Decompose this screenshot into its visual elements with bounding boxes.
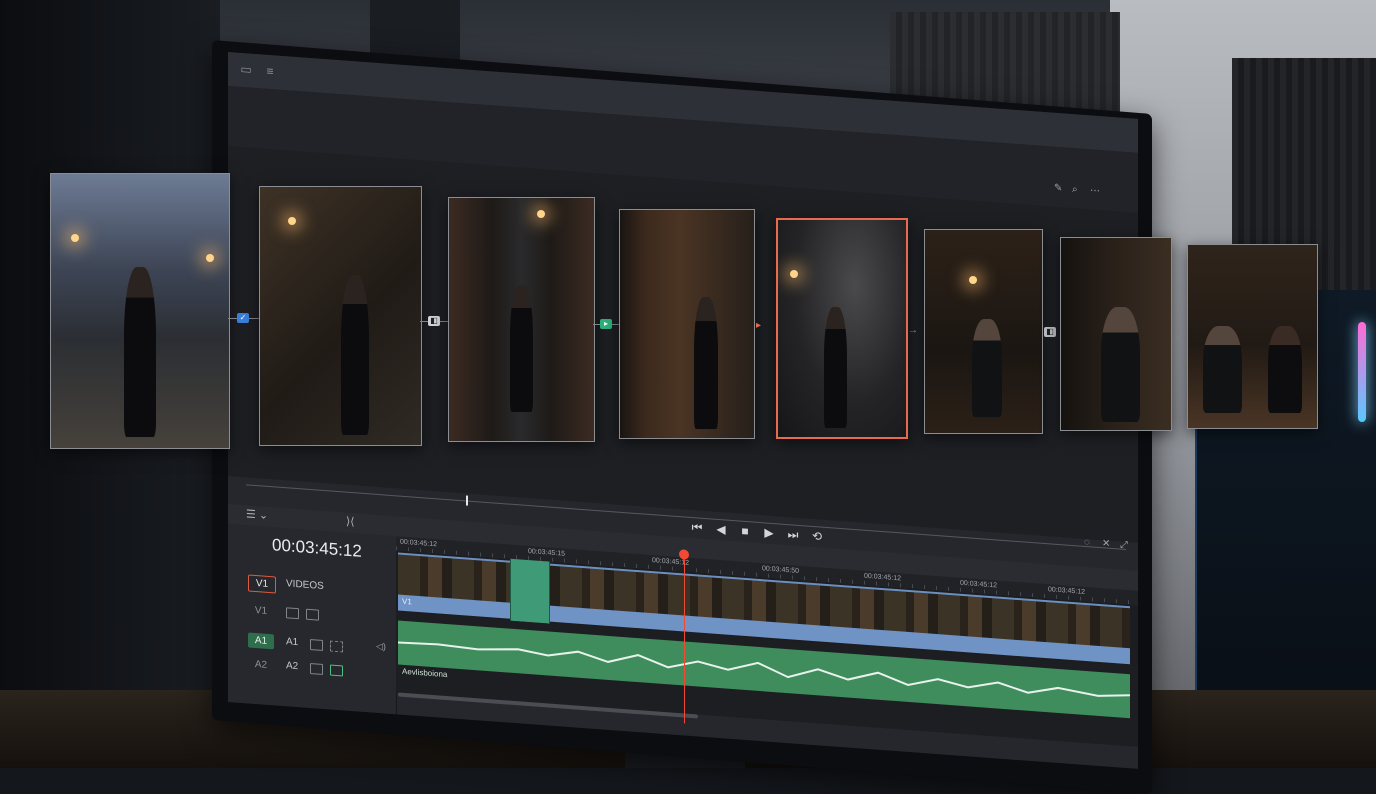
effect-badge-icon[interactable]: ✓ <box>237 313 249 323</box>
panel-icon[interactable]: ▭ <box>238 62 254 77</box>
audio-icon[interactable] <box>310 639 323 651</box>
scrubber-handle[interactable] <box>466 495 468 506</box>
bar-lamp <box>790 270 798 278</box>
arrow-right-icon: → <box>908 325 918 336</box>
solo-icon[interactable] <box>310 663 323 675</box>
track-a2-label: A2 <box>254 658 268 671</box>
street-lamp <box>71 234 79 242</box>
storyboard-frame-conversation[interactable] <box>1187 244 1318 429</box>
man-figure <box>971 319 1003 417</box>
mute-icon[interactable] <box>330 664 343 677</box>
woman-figure <box>693 296 718 429</box>
monitor-icon[interactable] <box>306 608 319 621</box>
fullscreen-icon[interactable]: ✕ <box>1102 538 1110 550</box>
doorway-scene-image <box>620 210 754 438</box>
lock-icon[interactable] <box>330 640 343 653</box>
arrow-right-icon: ▸ <box>756 320 762 331</box>
playhead[interactable] <box>684 553 685 724</box>
storyboard-frame-street-night[interactable] <box>50 173 230 449</box>
list-icon[interactable]: ≡ <box>262 63 278 79</box>
transition-badge-icon[interactable]: ◧ <box>1044 327 1056 337</box>
trim-icon[interactable]: ⟩⟨ <box>346 515 355 529</box>
search-icon[interactable]: ⌕ <box>1072 184 1078 195</box>
transition-badge-icon[interactable]: ◧ <box>428 316 440 326</box>
video-clip-label: V1 <box>402 596 412 607</box>
track-a1-name: A1 <box>286 636 299 649</box>
acoustic-panel <box>370 0 460 60</box>
track-a1-patch[interactable]: A1 <box>248 632 274 650</box>
woman-figure <box>123 267 156 438</box>
track-a2-name: A2 <box>286 660 299 673</box>
snap-icon[interactable]: ◌ <box>1084 537 1090 548</box>
woman-figure <box>340 274 370 435</box>
track-v1-name: VIDEOS <box>286 578 324 593</box>
woman-figure <box>824 306 848 429</box>
speaker-icon[interactable]: ◁) <box>376 641 387 652</box>
storyboard-frame-alley-walk[interactable] <box>448 197 595 442</box>
alley-lamp <box>537 210 545 218</box>
storyboard-frame-bar-entrance-selected[interactable] <box>776 218 908 439</box>
timeline-options-icon[interactable]: ☰ ⌄ <box>246 507 268 522</box>
pendant-lamp <box>969 276 977 284</box>
storyboard-frame-bar-booth[interactable] <box>924 229 1043 434</box>
track-v1-patch[interactable]: V1 <box>248 574 276 594</box>
more-icon[interactable]: ⋯ <box>1090 185 1100 197</box>
expand-icon[interactable]: ⤢ <box>1120 540 1128 552</box>
storyboard-frame-reading-note[interactable] <box>259 186 422 446</box>
camera-icon[interactable] <box>286 607 299 620</box>
man-figure <box>1100 307 1141 423</box>
pc-rgb-light <box>1358 322 1366 422</box>
man-figure <box>1203 325 1243 414</box>
storyboard-frame-doorway[interactable] <box>619 209 755 439</box>
woman-figure <box>509 285 534 412</box>
transition-clip[interactable] <box>510 558 550 624</box>
pen-icon[interactable]: ✎ <box>1054 183 1062 195</box>
woman-figure <box>1267 325 1302 414</box>
effect-badge-green-icon[interactable]: ▸ <box>600 319 612 329</box>
track-v1b-label: V1 <box>254 604 268 617</box>
wall-lamp <box>288 217 296 225</box>
street-lamp <box>206 254 214 262</box>
storyboard-frame-closeup-man[interactable] <box>1060 237 1172 431</box>
arrow-right-icon: → <box>1174 331 1184 342</box>
